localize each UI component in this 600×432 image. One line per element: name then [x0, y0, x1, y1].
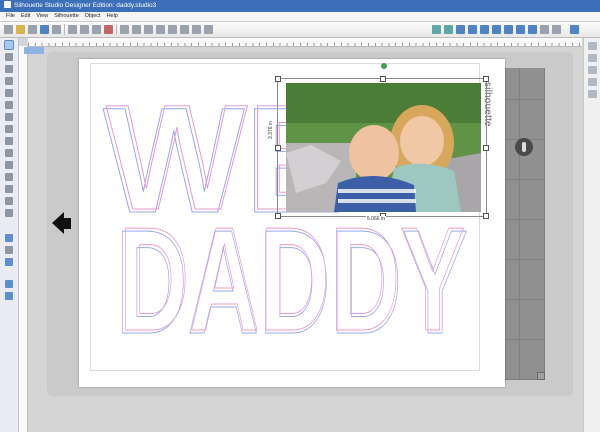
- design-text-line2-inner: DADDY: [119, 197, 465, 362]
- resize-handle-bottom-left[interactable]: [275, 213, 281, 219]
- resize-handle-bottom-right[interactable]: [483, 213, 489, 219]
- resize-handle-top[interactable]: [380, 76, 386, 82]
- selection-box[interactable]: [277, 78, 487, 217]
- resize-handle-top-left[interactable]: [275, 76, 281, 82]
- selection-width-label: 5.066 in: [366, 216, 386, 222]
- resize-handle-top-right[interactable]: [483, 76, 489, 82]
- resize-handle-right[interactable]: [483, 145, 489, 151]
- rotation-handle[interactable]: [381, 63, 387, 69]
- resize-handle-left[interactable]: [275, 145, 281, 151]
- selection-height-label: 3.376 in: [268, 120, 274, 140]
- vertical-scrollbar[interactable]: [590, 46, 599, 432]
